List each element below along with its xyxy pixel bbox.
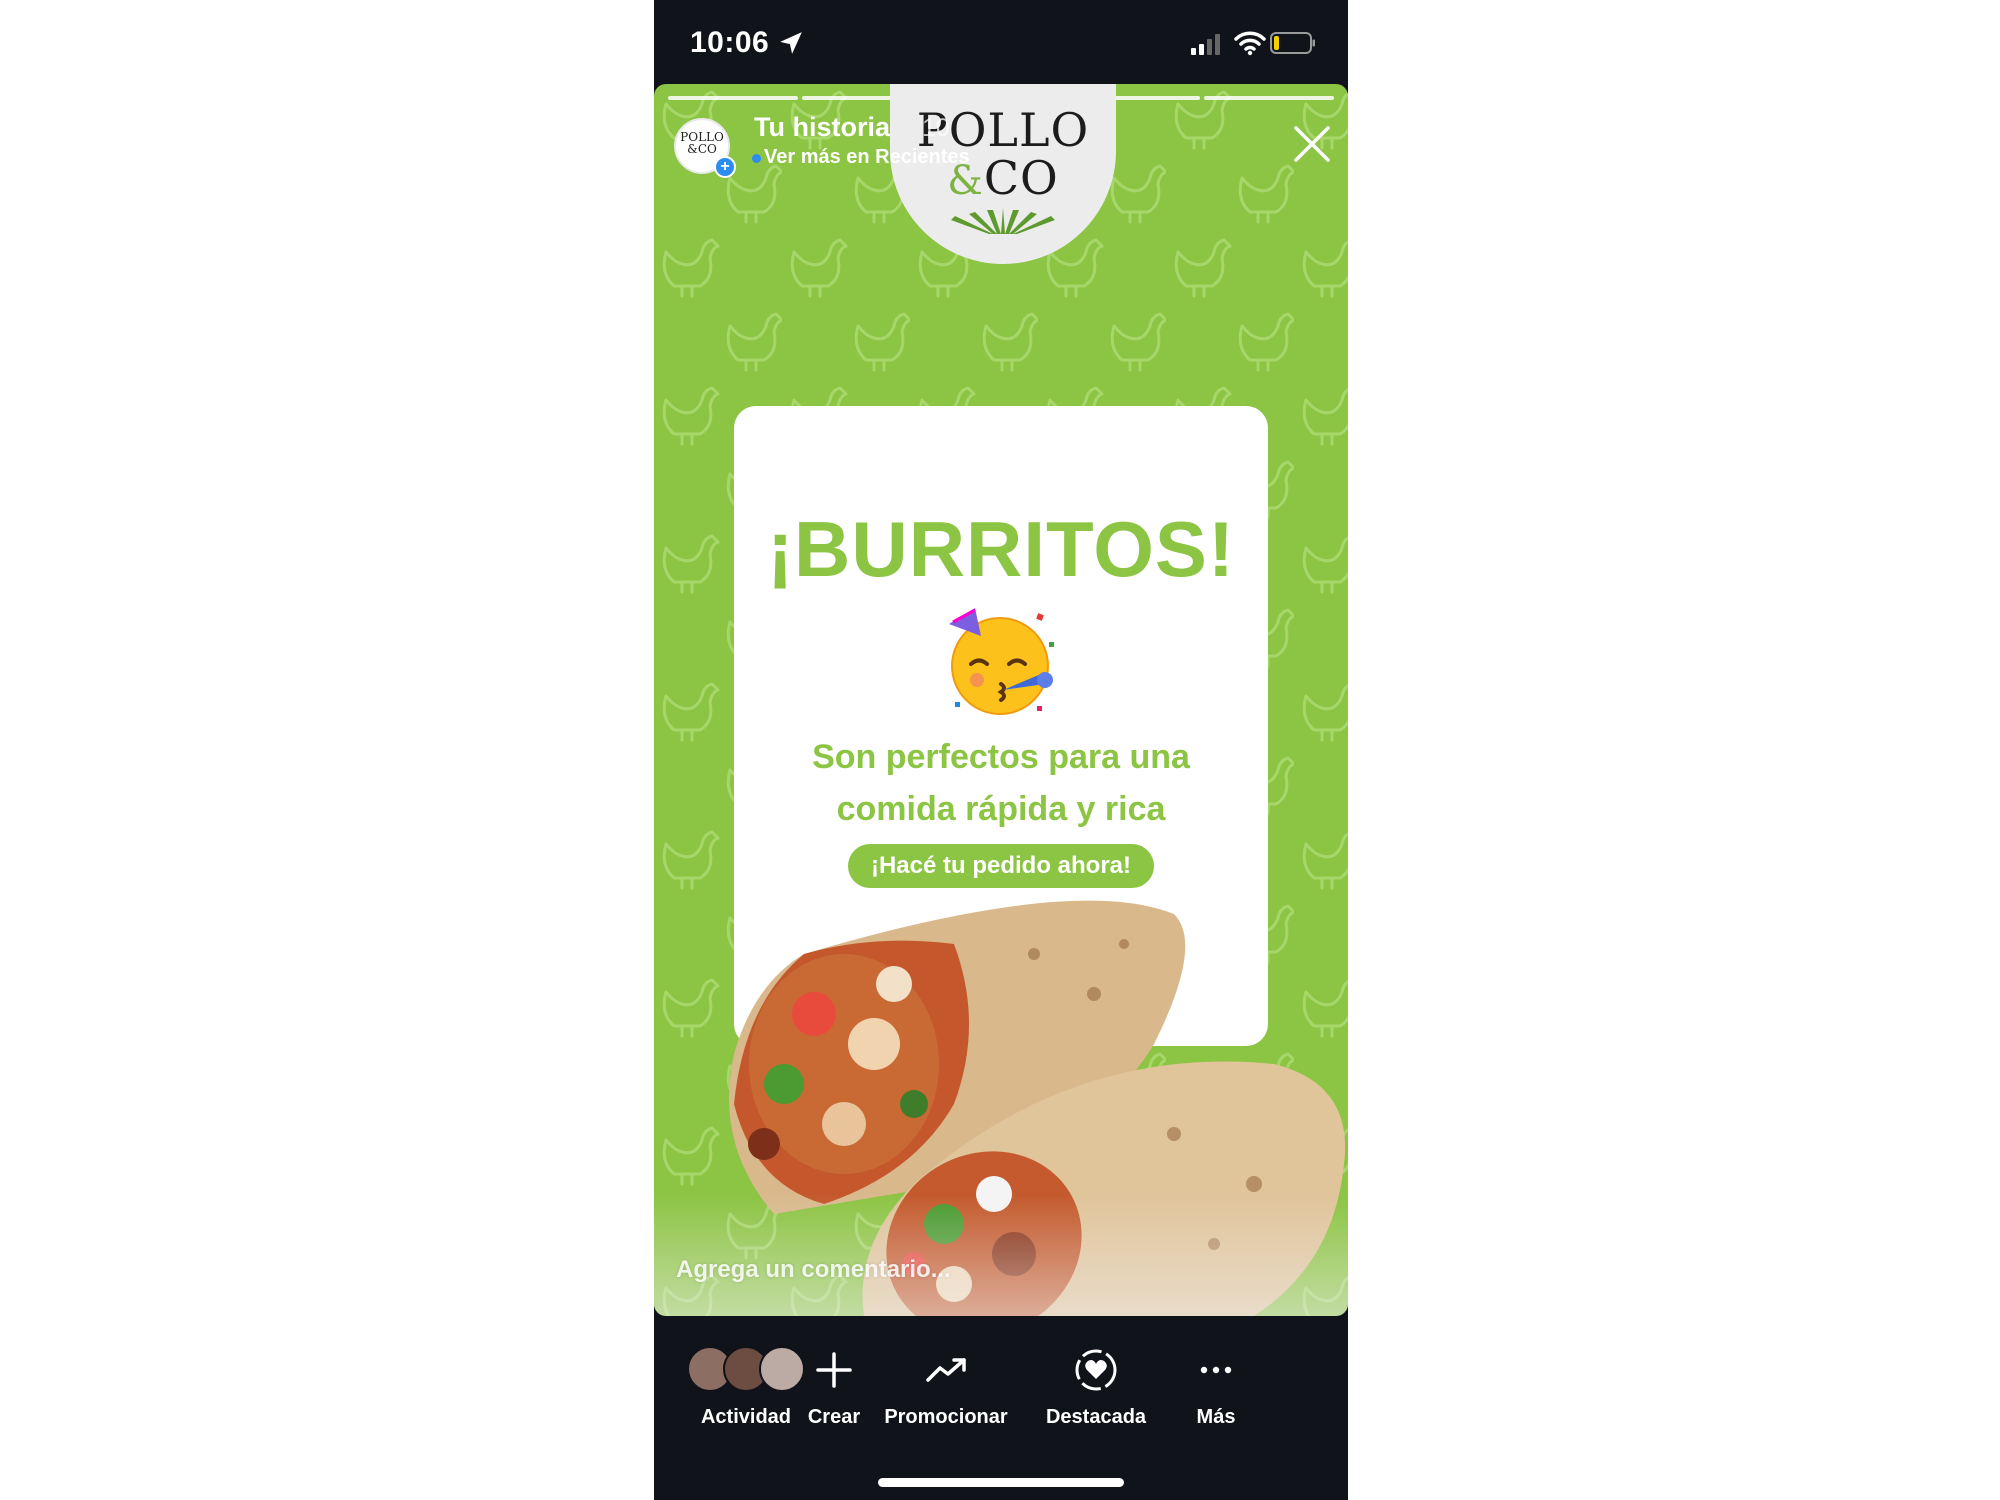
promo-body-line2: comida rápida y rica <box>836 790 1166 828</box>
more-label: Más <box>1196 1406 1236 1428</box>
progress-segment <box>668 96 798 100</box>
highlight-button[interactable]: Destacada <box>1036 1346 1156 1429</box>
promote-button[interactable]: Promocionar <box>876 1346 1016 1429</box>
location-arrow-icon <box>780 32 802 54</box>
plus-icon <box>816 1352 852 1388</box>
party-face-emoji-icon <box>949 608 1054 715</box>
highlight-label: Destacada <box>1045 1406 1147 1428</box>
activity-button[interactable]: Actividad <box>686 1346 806 1429</box>
add-story-icon[interactable]: + <box>714 156 736 178</box>
more-icon <box>1200 1366 1232 1374</box>
recent-dot-icon <box>752 154 761 163</box>
bottom-gradient <box>654 1194 1348 1316</box>
activity-label: Actividad <box>700 1406 792 1428</box>
story-username[interactable]: Tu historia <box>754 112 890 143</box>
more-button[interactable]: Más <box>1176 1346 1256 1429</box>
profile-avatar[interactable]: POLLO &CO + <box>674 118 736 178</box>
logo-line2: CO <box>983 151 1059 205</box>
wifi-icon <box>1234 31 1266 56</box>
create-label: Crear <box>807 1406 861 1428</box>
avatar-logo-line2: &CO <box>687 142 717 156</box>
battery-icon <box>1270 32 1315 54</box>
promo-body-line1: Son perfectos para una <box>812 738 1190 776</box>
progress-segment <box>1204 96 1334 100</box>
logo-rays-icon <box>951 208 1055 234</box>
order-now-button[interactable]: ¡Hacé tu pedido ahora! <box>848 844 1154 888</box>
status-time: 10:06 <box>690 26 770 59</box>
story-viewer[interactable]: POLLO &CO POLLO &CO + Tu historia 10 Ver… <box>654 84 1348 1316</box>
promo-body: Son perfectos para una comida rápida y r… <box>754 731 1248 835</box>
avatar-logo: POLLO &CO <box>676 131 728 155</box>
promote-label: Promocionar <box>884 1406 1008 1428</box>
see-more-recent-link[interactable]: Ver más en Recientes <box>764 146 970 169</box>
promo-title: ¡BURRITOS! <box>767 505 1235 593</box>
trending-up-icon <box>926 1358 966 1382</box>
close-icon[interactable] <box>1292 124 1332 164</box>
story-timestamp: 10 <box>922 114 950 142</box>
story-action-bar: Actividad Crear Promocionar Destacada Má… <box>654 1316 1348 1500</box>
comment-input[interactable]: Agrega un comentario... <box>676 1256 951 1284</box>
cellular-signal-icon <box>1191 34 1220 55</box>
home-indicator[interactable] <box>878 1478 1124 1487</box>
create-button[interactable]: Crear <box>794 1346 874 1429</box>
phone-screen: 10:06 POLLO &CO POLLO &CO + Tu historia … <box>654 0 1348 1500</box>
viewer-avatars <box>686 1346 806 1394</box>
heart-circle-icon <box>1075 1349 1117 1391</box>
status-bar: 10:06 <box>654 0 1348 84</box>
